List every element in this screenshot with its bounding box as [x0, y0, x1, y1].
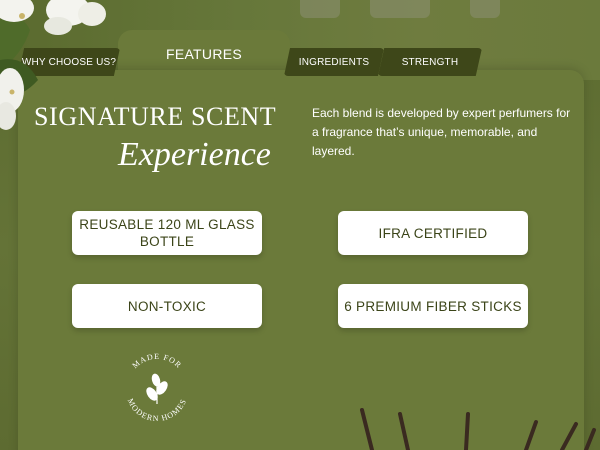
feature-card-bottle: REUSABLE 120 ML GLASS BOTTLE — [72, 211, 262, 255]
feature-card-non-toxic: NON-TOXIC — [72, 284, 262, 328]
tab-label: FEATURES — [165, 46, 243, 62]
reed-sticks-decoration — [360, 408, 596, 450]
description-text: Each blend is developed by expert perfum… — [312, 106, 571, 158]
flower-decoration — [0, 0, 106, 130]
tab-ingredients[interactable]: INGREDIENTS — [284, 48, 384, 76]
hero-scene: WHY CHOOSE US? FEATURES INGREDIENTS STRE… — [0, 0, 600, 450]
background-object — [300, 0, 340, 18]
heading-line-2: Experience — [118, 136, 271, 173]
leaf-sprig-icon — [146, 373, 168, 404]
tab-features[interactable]: FEATURES — [150, 40, 258, 68]
background-object — [370, 0, 430, 18]
tab-label: INGREDIENTS — [298, 56, 370, 68]
feature-card-sticks: 6 PREMIUM FIBER STICKS — [338, 284, 528, 328]
tab-strength[interactable]: STRENGTH — [378, 48, 482, 76]
background-object — [470, 0, 500, 18]
tab-label: STRENGTH — [401, 56, 459, 68]
svg-text:MADE FOR: MADE FOR — [130, 352, 183, 370]
badge-top-text: MADE FOR — [130, 352, 182, 370]
feature-card-ifra: IFRA CERTIFIED — [338, 211, 528, 255]
made-for-modern-homes-badge: MADE FOR MODERN HOMES — [126, 352, 188, 423]
